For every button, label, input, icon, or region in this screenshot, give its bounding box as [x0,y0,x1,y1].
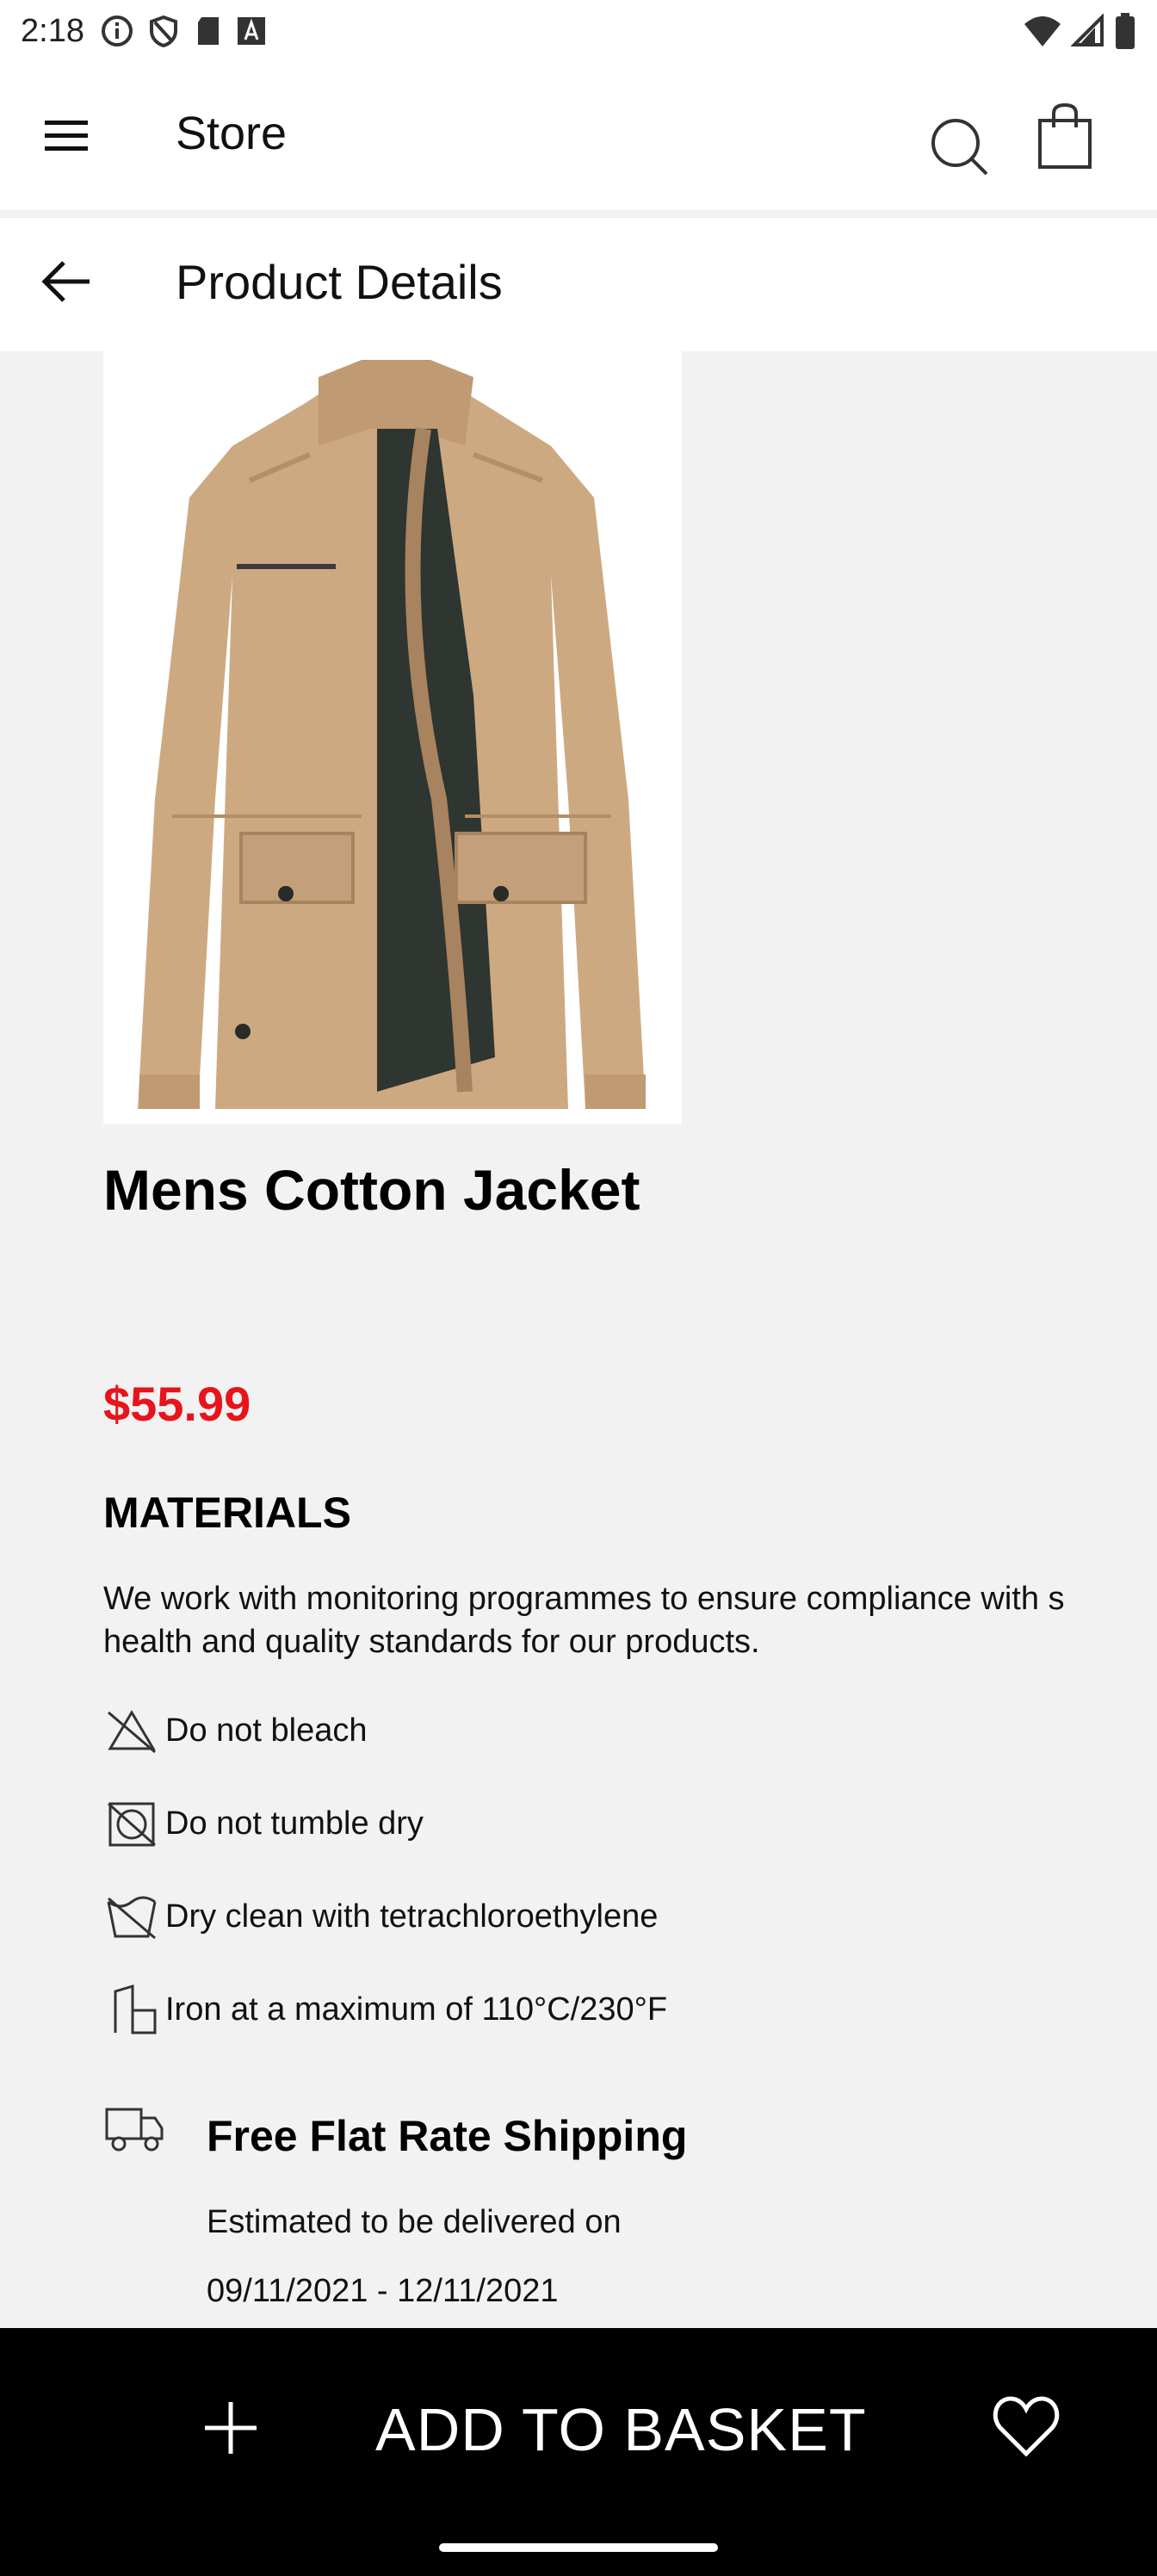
battery-icon [1116,13,1135,49]
care-label: Iron at a maximum of 110°C/230°F [165,1991,668,2028]
heart-icon[interactable] [992,2393,1061,2459]
truck-icon [105,2108,164,2152]
shopping-bag-icon[interactable] [1036,102,1093,170]
care-label: Do not bleach [165,1712,368,1749]
add-to-basket-button[interactable]: ADD TO BASKET [375,2395,867,2464]
status-system-icons [1023,13,1136,49]
care-label: Do not tumble dry [165,1805,424,1842]
care-item-no-bleach: Do not bleach [103,1703,368,1758]
product-details-header: Product Details [0,217,1157,351]
back-arrow-icon[interactable] [38,256,98,307]
materials-line-2: health and quality standards for our pro… [103,1624,760,1660]
font-icon [237,17,265,45]
menu-icon[interactable] [38,110,98,162]
iron-icon [114,1984,157,2034]
care-label: Dry clean with tetrachloroethylene [165,1898,659,1935]
app-title: Store [176,108,288,159]
no-bleach-icon [108,1710,156,1754]
no-tumble-dry-icon [108,1802,156,1847]
care-item-iron: Iron at a maximum of 110°C/230°F [103,1982,667,2037]
wifi-icon [1024,16,1061,46]
product-image [103,351,682,1124]
status-bar: 2:18 [0,0,1157,62]
product-price: $55.99 [103,1377,251,1431]
sd-card-icon [197,17,219,45]
jacket-image [103,351,682,1124]
care-item-dry-clean: Dry clean with tetrachloroethylene [103,1889,658,1944]
signal-icon [1071,14,1104,46]
app-bar: Store [0,62,1157,210]
product-name: Mens Cotton Jacket [103,1158,640,1222]
status-time: 2:18 [21,12,84,49]
materials-description: We work with monitoring programmes to en… [103,1577,1157,1663]
shipping-dates: 09/11/2021 - 12/11/2021 [207,2273,559,2309]
home-indicator[interactable] [439,2543,718,2552]
info-icon [101,15,133,46]
status-notification-icons [100,14,267,48]
page-title: Product Details [176,255,503,309]
plus-icon[interactable] [200,2397,262,2459]
dry-clean-icon [107,1896,157,1940]
search-icon[interactable] [925,112,993,181]
bottom-action-bar: ADD TO BASKET [0,2328,1157,2576]
shipping-title: Free Flat Rate Shipping [207,2112,688,2160]
shield-icon [149,15,177,48]
shipping-estimate: Estimated to be delivered on [207,2204,622,2240]
materials-heading: MATERIALS [103,1489,351,1537]
care-item-no-tumble-dry: Do not tumble dry [103,1796,424,1851]
materials-line-1: We work with monitoring programmes to en… [103,1581,1065,1617]
